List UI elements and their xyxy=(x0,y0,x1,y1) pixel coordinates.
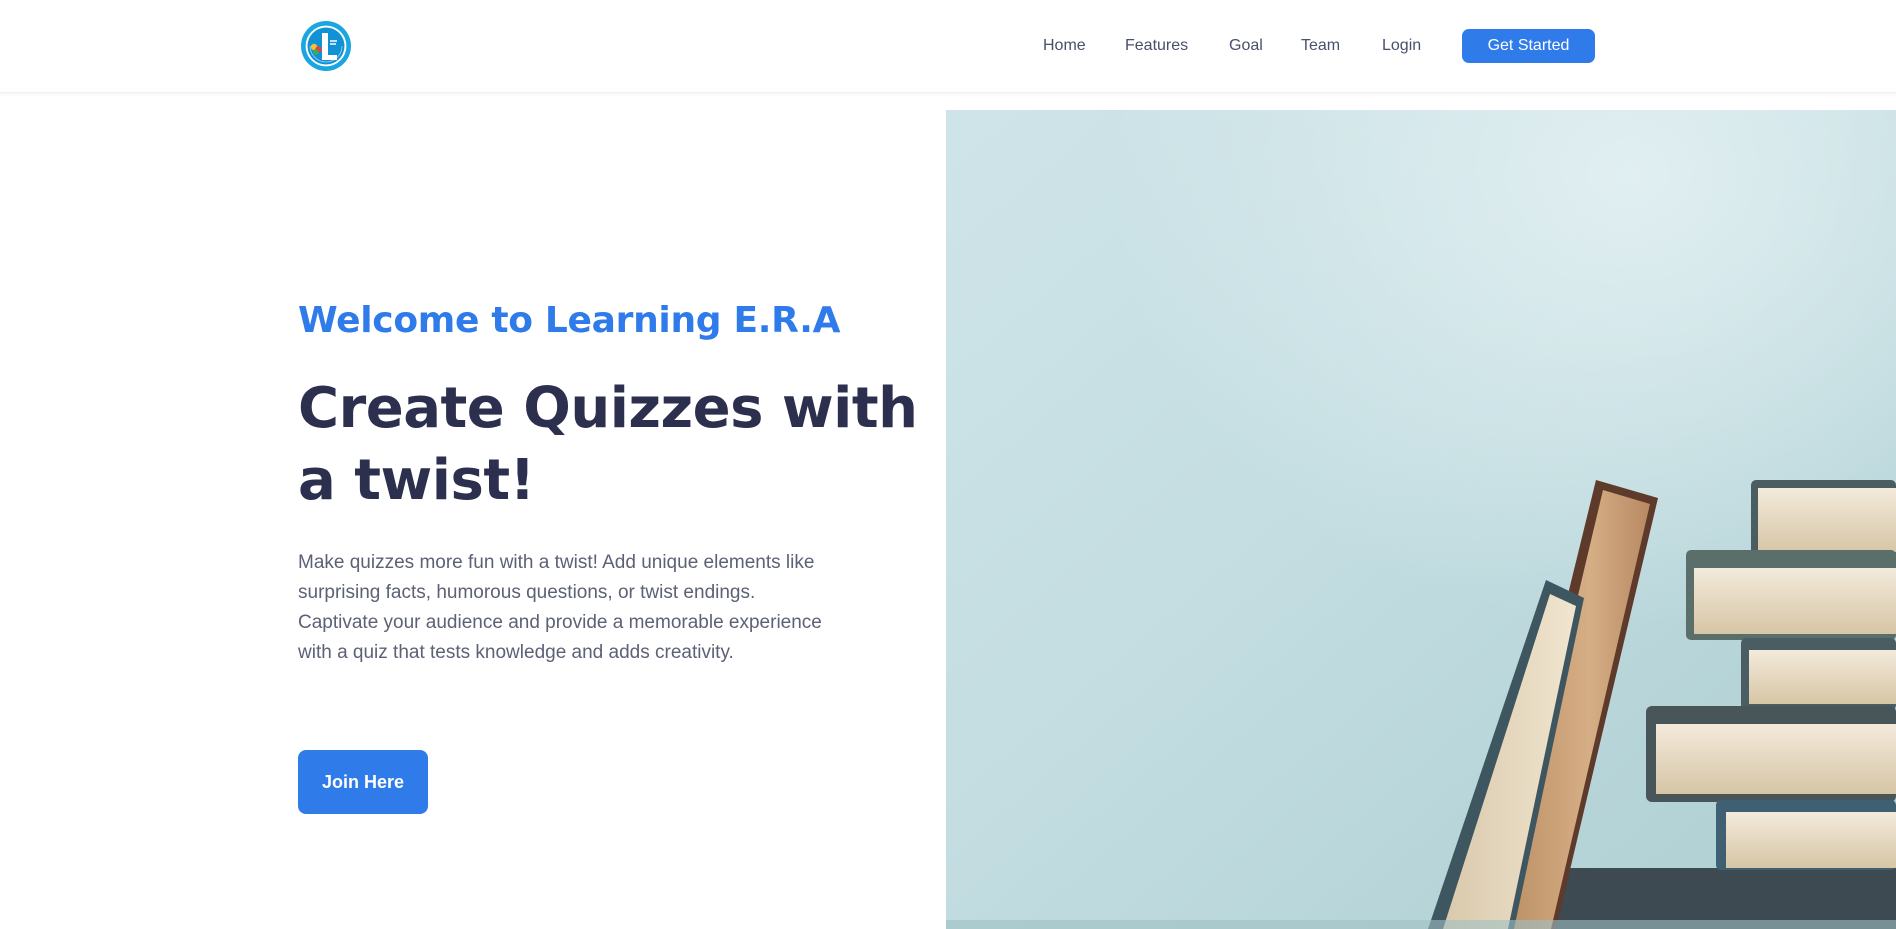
nav-login-link[interactable]: Login xyxy=(1382,33,1421,59)
nav-home-link[interactable]: Home xyxy=(1043,33,1086,59)
join-here-button[interactable]: Join Here xyxy=(298,750,428,814)
learning-era-logo-icon[interactable] xyxy=(300,20,352,72)
hero-headline: Create Quizzes with a twist! xyxy=(298,376,918,513)
nav-features-link[interactable]: Features xyxy=(1125,33,1188,59)
nav-team-link[interactable]: Team xyxy=(1301,33,1340,59)
site-header: Home Features Goal Team Login Get Starte… xyxy=(0,0,1896,93)
hero-description: Make quizzes more fun with a twist! Add … xyxy=(298,552,822,663)
stack-of-books-photo xyxy=(946,110,1896,929)
welcome-heading: Welcome to Learning E.R.A xyxy=(298,300,841,341)
get-started-button[interactable]: Get Started xyxy=(1462,29,1595,63)
nav-goal-link[interactable]: Goal xyxy=(1229,33,1263,59)
